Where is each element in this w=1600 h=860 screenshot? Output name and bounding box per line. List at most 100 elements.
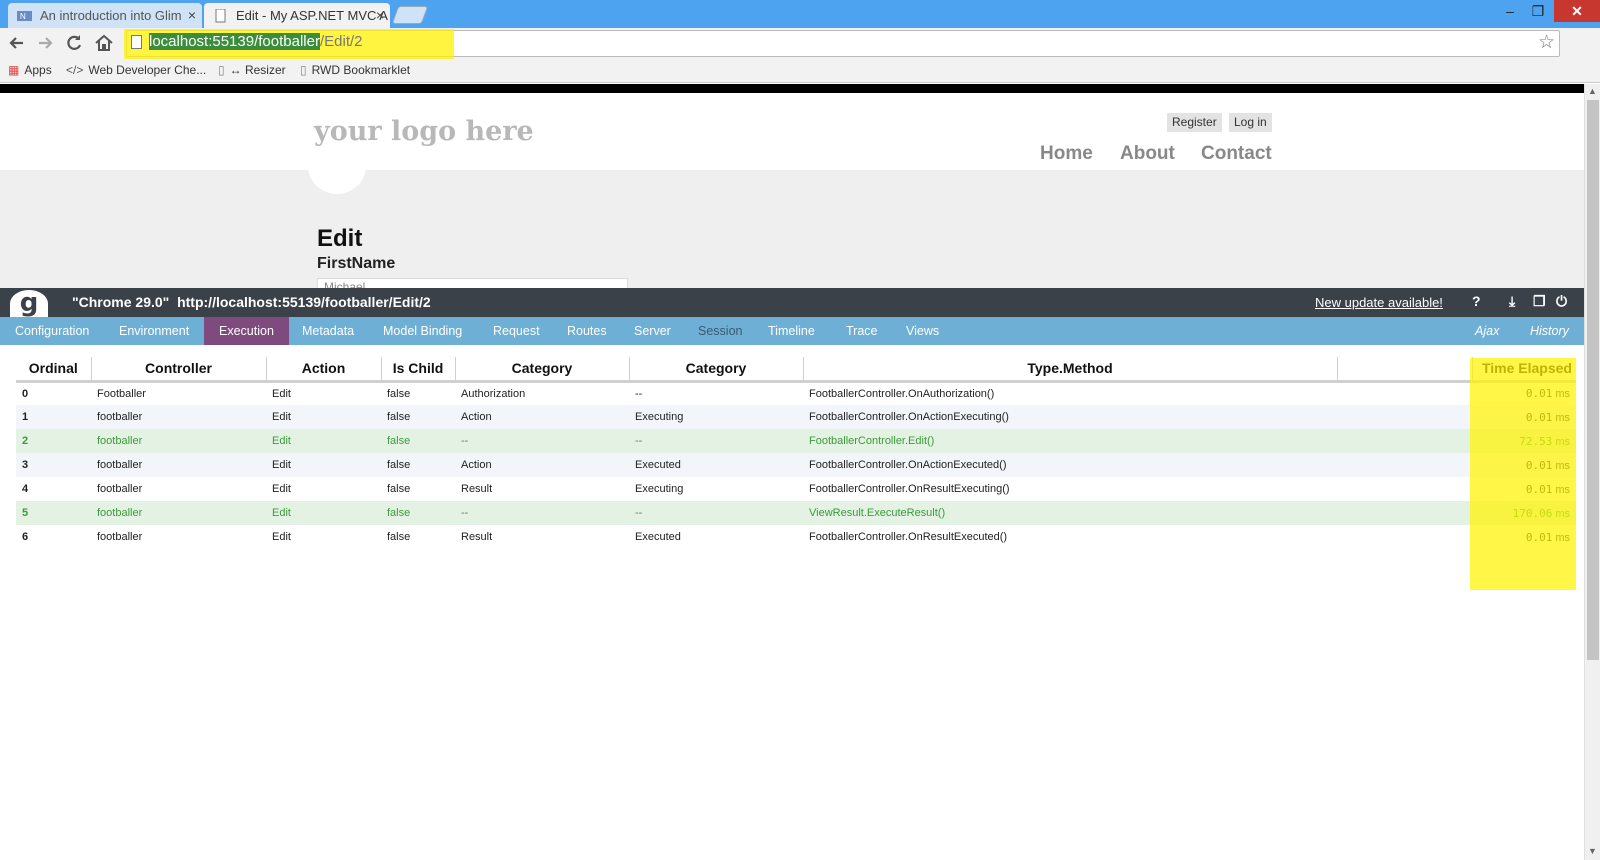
cell-category: Action xyxy=(455,453,629,477)
nav-contact-link[interactable]: Contact xyxy=(1201,143,1272,165)
tab-session[interactable]: Session xyxy=(683,317,757,345)
time-unit: ms xyxy=(1555,411,1570,424)
cell-time-elapsed: 0.01 ms xyxy=(1472,381,1576,405)
close-tab-icon[interactable]: × xyxy=(188,3,196,28)
vertical-scrollbar[interactable]: ▲ ▼ xyxy=(1584,84,1600,860)
cell-subcategory: -- xyxy=(629,381,803,405)
tab-ajax[interactable]: Ajax xyxy=(1460,317,1514,345)
cell-action: Edit xyxy=(266,429,381,453)
cell-blank xyxy=(1337,477,1472,501)
table-row: 4 footballer Edit false Result Executing Footb… xyxy=(16,477,1576,501)
tab-timeline[interactable]: Timeline xyxy=(753,317,830,345)
tab-history[interactable]: History xyxy=(1515,317,1584,345)
nav-home-link[interactable]: Home xyxy=(1040,143,1093,165)
firstname-label: FirstName xyxy=(317,255,396,272)
site-body xyxy=(0,170,1584,288)
col-ordinal: Ordinal xyxy=(16,357,92,383)
browser-tab-edit[interactable]: Edit - My ASP.NET MVC A × xyxy=(204,3,390,28)
time-value: 170.06 xyxy=(1512,506,1553,520)
cell-is-child: false xyxy=(381,405,455,429)
cell-time-elapsed: 72.53 ms xyxy=(1472,429,1576,453)
cell-subcategory: -- xyxy=(629,501,803,525)
cell-blank xyxy=(1337,501,1472,525)
site-logo[interactable]: your logo here xyxy=(314,116,534,147)
svg-text:N: N xyxy=(20,12,26,21)
tab-request[interactable]: Request xyxy=(478,317,555,345)
cell-ordinal: 4 xyxy=(16,477,91,501)
nav-about-link[interactable]: About xyxy=(1120,143,1175,165)
cell-is-child: false xyxy=(381,453,455,477)
cell-is-child: false xyxy=(381,525,455,549)
register-link[interactable]: Register xyxy=(1167,113,1222,132)
bookmark-rwd[interactable]: ▯ RWD Bookmarklet xyxy=(300,63,410,77)
tab-metadata[interactable]: Metadata xyxy=(287,317,369,345)
power-icon[interactable]: ⏻ xyxy=(1556,293,1567,310)
window-icon[interactable]: ❐ xyxy=(1533,293,1546,310)
cell-action: Edit xyxy=(266,501,381,525)
cell-subcategory: Executed xyxy=(629,453,803,477)
tab-trace[interactable]: Trace xyxy=(831,317,893,345)
col-blank xyxy=(1337,357,1473,383)
restore-button[interactable]: ❐ xyxy=(1524,0,1552,22)
cell-time-elapsed: 0.01 ms xyxy=(1472,405,1576,429)
time-value: 0.01 xyxy=(1525,458,1553,472)
scroll-down-icon[interactable]: ▼ xyxy=(1588,846,1597,856)
scroll-up-icon[interactable]: ▲ xyxy=(1588,86,1597,96)
cell-ordinal: 6 xyxy=(16,525,91,549)
bookmarks-bar: ▦ Apps </> Web Developer Che... ▯ ↔ Resizer… xyxy=(0,59,1600,83)
reload-icon[interactable] xyxy=(63,32,85,54)
page-icon: ▯ xyxy=(218,63,225,77)
new-tab-button[interactable] xyxy=(391,6,429,24)
cell-action: Edit xyxy=(266,405,381,429)
home-icon[interactable] xyxy=(93,32,115,54)
cell-blank xyxy=(1337,405,1472,429)
col-subcategory: Category xyxy=(629,357,804,383)
tab-routes[interactable]: Routes xyxy=(552,317,622,345)
time-unit: ms xyxy=(1555,435,1570,448)
time-unit: ms xyxy=(1555,483,1570,496)
popout-icon[interactable]: ⤓ xyxy=(1509,293,1515,310)
forward-arrow-icon[interactable] xyxy=(34,32,56,54)
tab-environment[interactable]: Environment xyxy=(104,317,204,345)
tab-configuration[interactable]: Configuration xyxy=(0,317,104,345)
help-icon[interactable]: ? xyxy=(1472,293,1481,309)
site-header xyxy=(0,93,1584,170)
tab-model-binding[interactable]: Model Binding xyxy=(368,317,477,345)
tab-views[interactable]: Views xyxy=(891,317,954,345)
client-name: "Chrome 29.0" xyxy=(72,294,170,310)
url-rest-text: /Edit/2 xyxy=(319,33,363,50)
update-link[interactable]: New update available! xyxy=(1315,295,1443,310)
browser-tab-glimpse-intro[interactable]: N An introduction into Glim × xyxy=(8,3,202,28)
time-unit: ms xyxy=(1555,459,1570,472)
cell-method: FootballerController.OnResultExecuted() xyxy=(803,525,1337,549)
cell-is-child: false xyxy=(381,501,455,525)
firstname-input[interactable]: Michael xyxy=(317,278,628,288)
time-value: 72.53 xyxy=(1519,434,1553,448)
apps-grid-icon: ▦ xyxy=(8,63,20,77)
cell-ordinal: 2 xyxy=(16,429,91,453)
close-tab-icon[interactable]: × xyxy=(376,3,384,28)
login-link[interactable]: Log in xyxy=(1229,113,1272,132)
cell-controller: footballer xyxy=(91,405,266,429)
bookmark-label: Web Developer Che... xyxy=(88,63,207,77)
cell-subcategory: Executed xyxy=(629,525,803,549)
tab-server[interactable]: Server xyxy=(619,317,686,345)
cell-controller: footballer xyxy=(91,501,266,525)
bookmark-resizer[interactable]: ▯ ↔ Resizer xyxy=(218,63,286,77)
cell-category: -- xyxy=(455,501,629,525)
bookmark-apps[interactable]: ▦ Apps xyxy=(8,63,52,77)
scroll-thumb[interactable] xyxy=(1587,100,1599,660)
close-window-button[interactable]: ✕ xyxy=(1554,0,1600,22)
time-value: 0.01 xyxy=(1525,387,1553,401)
star-icon[interactable]: ☆ xyxy=(1538,31,1555,54)
table-row: 5 footballer Edit false -- -- ViewResult.Execu… xyxy=(16,501,1576,525)
tab-execution[interactable]: Execution xyxy=(204,317,289,345)
address-bar-url[interactable]: localhost:55139/footballer/Edit/2 xyxy=(149,33,363,50)
minimize-button[interactable]: – xyxy=(1496,0,1524,22)
execution-table: Ordinal Controller Action Is Child Categ… xyxy=(16,357,1576,549)
bookmark-web-developer[interactable]: </> Web Developer Che... xyxy=(66,63,206,77)
back-arrow-icon[interactable] xyxy=(6,32,28,54)
cell-controller: footballer xyxy=(91,429,266,453)
cell-blank xyxy=(1337,429,1472,453)
time-value: 0.01 xyxy=(1525,530,1553,544)
